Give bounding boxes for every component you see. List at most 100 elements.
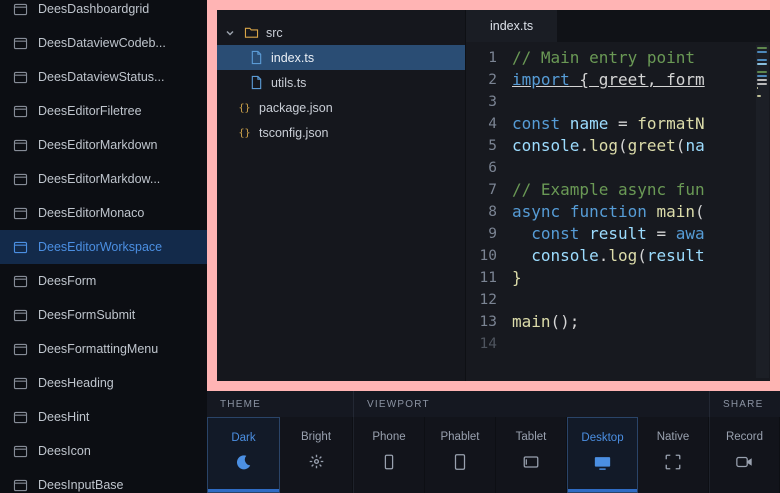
sidebar-item-deeseditormonaco[interactable]: DeesEditorMonaco	[0, 196, 207, 230]
preview-canvas: src index.ts utils.ts {} package.json {}tscon…	[207, 0, 780, 391]
line-number: 10	[466, 245, 512, 267]
phablet-button[interactable]: Phablet	[425, 417, 496, 493]
sidebar: DeesDashboardgrid DeesDataviewCodeb... Dee…	[0, 0, 207, 493]
component-icon	[13, 445, 28, 458]
minimap[interactable]	[756, 45, 769, 378]
code-line-3: 3	[466, 91, 770, 113]
code-line-7: 7// Example async fun	[466, 179, 770, 201]
phone-icon	[380, 453, 398, 471]
sidebar-item-label: DeesEditorMarkdown	[38, 138, 158, 152]
tablet-button[interactable]: Tablet	[496, 417, 567, 493]
code-text: const result = awa	[512, 223, 705, 245]
desktop-button[interactable]: Desktop	[567, 417, 638, 493]
sidebar-item-deesicon[interactable]: DeesIcon	[0, 434, 207, 468]
button-label: Native	[657, 431, 690, 443]
chevron-down-icon	[225, 28, 237, 38]
phone-button[interactable]: Phone	[354, 417, 425, 493]
component-icon	[13, 139, 28, 152]
tree-item-tsconfig-json[interactable]: {}tsconfig.json	[217, 120, 465, 145]
dark-button[interactable]: Dark	[207, 417, 280, 493]
code-text: console.log(greet(na	[512, 135, 705, 157]
tree-item-label: index.ts	[271, 51, 314, 65]
minimap-line	[757, 87, 758, 89]
component-icon	[13, 207, 28, 220]
line-number: 6	[466, 157, 512, 179]
code-line-10: 10 console.log(result	[466, 245, 770, 267]
line-number: 12	[466, 289, 512, 311]
tree-item-index-ts[interactable]: index.ts	[217, 45, 465, 70]
sidebar-item-deesformattingmenu[interactable]: DeesFormattingMenu	[0, 332, 207, 366]
sidebar-item-deeseditorfiletree[interactable]: DeesEditorFiletree	[0, 94, 207, 128]
minimap-line	[757, 51, 767, 53]
editor-tabbar: index.ts	[466, 10, 770, 42]
toolbar-group-share: Record	[709, 417, 780, 493]
bright-button[interactable]: Bright	[280, 417, 353, 493]
minimap-line	[757, 47, 767, 49]
folder-icon	[244, 26, 259, 39]
tree-item-package-json[interactable]: {} package.json	[217, 95, 465, 120]
svg-text:{}: {}	[238, 103, 250, 114]
toolbar-buttons: Dark Bright Phone Phablet Tablet Desktop Nativ…	[207, 417, 780, 493]
app: DeesDashboardgrid DeesDataviewCodeb... Dee…	[0, 0, 780, 493]
sidebar-item-label: DeesHint	[38, 410, 89, 424]
code-line-5: 5console.log(greet(na	[466, 135, 770, 157]
tablet-icon	[522, 453, 540, 471]
tree-item-src[interactable]: src	[217, 20, 465, 45]
line-number: 3	[466, 91, 512, 113]
tree-item-label: tsconfig.json	[259, 126, 328, 140]
sidebar-item-deesdataviewcodeb[interactable]: DeesDataviewCodeb...	[0, 26, 207, 60]
tree-item-label: src	[266, 26, 283, 40]
component-icon	[13, 411, 28, 424]
button-label: Tablet	[516, 431, 547, 443]
code-text: import { greet, form	[512, 69, 705, 91]
code-text: main();	[512, 311, 579, 333]
component-icon	[13, 37, 28, 50]
code-area[interactable]: 1// Main entry point2import { greet, for…	[466, 42, 770, 381]
toolbar-section-title-share: SHARE	[709, 391, 780, 417]
minimap-line	[757, 75, 767, 77]
button-label: Phablet	[440, 431, 479, 443]
code-line-11: 11}	[466, 267, 770, 289]
code-text: console.log(result	[512, 245, 705, 267]
component-icon	[13, 71, 28, 84]
line-number: 2	[466, 69, 512, 91]
code-line-12: 12	[466, 289, 770, 311]
sidebar-item-deeseditorworkspace[interactable]: DeesEditorWorkspace	[0, 230, 207, 264]
native-button[interactable]: Native	[638, 417, 709, 493]
tree-item-label: package.json	[259, 101, 333, 115]
line-number: 11	[466, 267, 512, 289]
button-label: Phone	[372, 431, 405, 443]
sidebar-item-deeseditormarkdow[interactable]: DeesEditorMarkdow...	[0, 162, 207, 196]
button-label: Bright	[301, 431, 331, 443]
record-icon	[735, 453, 754, 471]
sidebar-item-deesdataviewstatus[interactable]: DeesDataviewStatus...	[0, 60, 207, 94]
sidebar-item-label: DeesDashboardgrid	[38, 2, 149, 16]
sidebar-item-deesform[interactable]: DeesForm	[0, 264, 207, 298]
sidebar-item-label: DeesDataviewCodeb...	[38, 36, 166, 50]
native-icon	[664, 453, 682, 471]
file-tree: src index.ts utils.ts {} package.json {}tscon…	[217, 10, 465, 381]
tree-item-utils-ts[interactable]: utils.ts	[217, 70, 465, 95]
component-icon	[13, 309, 28, 322]
editor-tab-label: index.ts	[490, 19, 533, 33]
editor-tab-index-ts[interactable]: index.ts	[466, 10, 557, 42]
sidebar-item-deesdashboardgrid[interactable]: DeesDashboardgrid	[0, 0, 207, 26]
sidebar-item-deesheading[interactable]: DeesHeading	[0, 366, 207, 400]
line-number: 1	[466, 47, 512, 69]
record-button[interactable]: Record	[710, 417, 780, 493]
code-text: // Example async fun	[512, 179, 705, 201]
component-icon	[13, 105, 28, 118]
component-icon	[13, 377, 28, 390]
sidebar-item-deeseditormarkdown[interactable]: DeesEditorMarkdown	[0, 128, 207, 162]
sidebar-item-deesinputbase[interactable]: DeesInputBase	[0, 468, 207, 493]
json-file-icon: {}	[237, 100, 252, 115]
line-number: 9	[466, 223, 512, 245]
code-line-13: 13main();	[466, 311, 770, 333]
toolbar-headers: THEMEVIEWPORTSHARE	[207, 391, 780, 417]
sidebar-item-deesformsubmit[interactable]: DeesFormSubmit	[0, 298, 207, 332]
sidebar-item-deeshint[interactable]: DeesHint	[0, 400, 207, 434]
code-line-14: 14	[466, 333, 770, 355]
sidebar-item-label: DeesFormattingMenu	[38, 342, 158, 356]
toolbar-group-theme: Dark Bright	[207, 417, 353, 493]
minimap-line	[757, 71, 767, 73]
